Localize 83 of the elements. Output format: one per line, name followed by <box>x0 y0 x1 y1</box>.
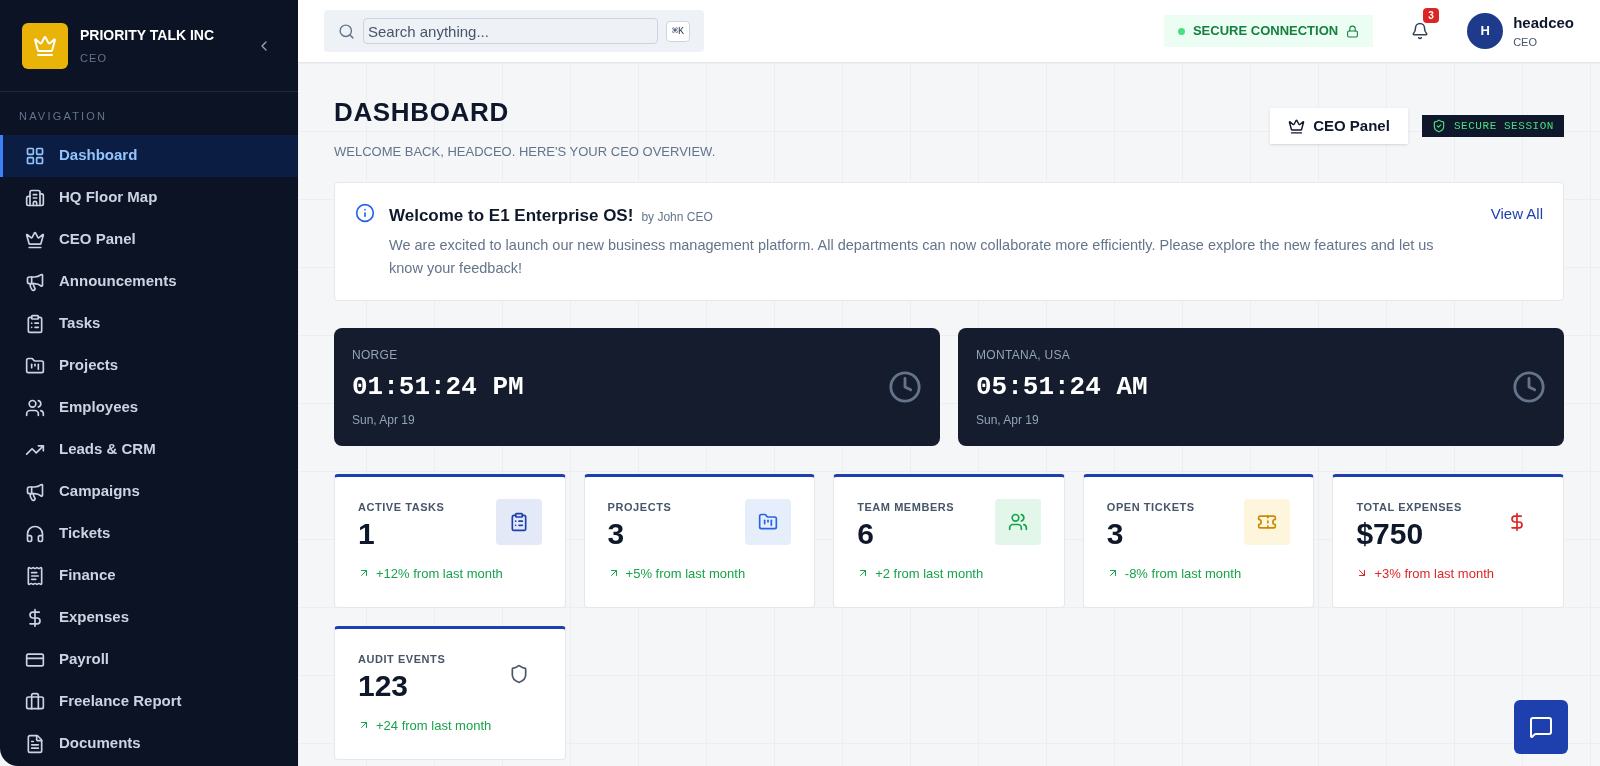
view-all-link[interactable]: View All <box>1490 202 1543 280</box>
user-avatar[interactable]: H <box>1467 13 1504 49</box>
chat-icon <box>1529 715 1553 739</box>
bell-icon[interactable] <box>1411 22 1430 40</box>
stat-value: 3 <box>607 515 626 552</box>
people-icon <box>25 397 45 418</box>
clock-place: MONTANA, USA <box>976 346 1072 364</box>
connection-badge: SECURE CONNECTION <box>1163 15 1374 47</box>
briefcase-icon <box>25 691 45 712</box>
clock-date: Sun, Apr 19 <box>352 411 416 429</box>
stat-change: -8% from last month <box>1124 564 1242 583</box>
stat-label: AUDIT EVENTS <box>358 652 447 667</box>
stat-value: 123 <box>358 667 410 704</box>
nav-item[interactable]: HQ Floor Map <box>0 176 298 219</box>
nav-item[interactable]: Freelance Report <box>0 680 298 723</box>
nav-item[interactable]: CEO Panel <box>0 218 298 261</box>
nav-item[interactable]: Finance <box>0 554 298 597</box>
brand-name: PRIORITY TALK INC <box>80 25 216 45</box>
stat-value: 1 <box>358 515 376 552</box>
nav-item[interactable]: Announcements <box>0 260 298 303</box>
nav-item[interactable]: Tickets <box>0 512 298 555</box>
lock-icon <box>1346 24 1360 38</box>
grid-icon <box>25 145 45 166</box>
page-subtitle: WELCOME BACK, HEADCEO. HERE'S YOUR CEO OVERVIEW. <box>334 143 717 161</box>
clock-date: Sun, Apr 19 <box>976 411 1040 429</box>
page-title: DASHBOARD <box>334 96 510 129</box>
section-label: NAVIGATION <box>18 109 109 124</box>
nav-item[interactable]: Leads & CRM <box>0 428 298 471</box>
receipt-icon <box>25 565 45 586</box>
nav-item[interactable]: Expenses <box>0 596 298 639</box>
clock-icon <box>888 370 922 404</box>
stat-label: TEAM MEMBERS <box>857 500 956 515</box>
stat-change: +3% from last month <box>1374 564 1494 583</box>
stat-label: ACTIVE TASKS <box>358 500 446 515</box>
clock-time: 01:51:24 PM <box>352 370 525 404</box>
search-icon <box>338 22 355 40</box>
folder-icon <box>758 512 779 532</box>
stat-label: TOTAL EXPENSES <box>1356 500 1463 515</box>
megaphone-icon <box>25 271 45 292</box>
clipboard-icon <box>25 313 45 334</box>
headphones-icon <box>25 523 45 544</box>
stat-change: +24 from last month <box>376 716 492 735</box>
session-badge: SECURE SESSION <box>1421 115 1564 137</box>
document-icon <box>25 733 45 754</box>
stat-label: PROJECTS <box>607 500 673 515</box>
megaphone-icon <box>25 481 45 502</box>
stat-change: +2 from last month <box>875 564 984 583</box>
stat-value: 3 <box>1106 515 1125 552</box>
building-icon <box>25 187 45 208</box>
nav-item[interactable]: Tasks <box>0 302 298 345</box>
stat-label: OPEN TICKETS <box>1106 500 1196 515</box>
folder-icon <box>25 355 45 376</box>
nav-item[interactable]: Employees <box>0 386 298 429</box>
ticket-icon <box>1257 512 1278 532</box>
nav-item[interactable]: Payroll <box>0 638 298 681</box>
nav-item[interactable]: Documents <box>0 722 298 765</box>
clock-place: NORGE <box>352 346 399 364</box>
people-icon <box>1007 512 1028 532</box>
announcement-author: by John CEO <box>641 208 713 226</box>
shield-icon <box>1431 119 1446 133</box>
shortcut-hint: ⌘K <box>665 20 690 42</box>
crown-icon <box>1288 117 1306 135</box>
crown-logo-icon <box>22 22 68 69</box>
ceo-panel-button[interactable]: CEO Panel <box>1270 108 1408 144</box>
user-name: headceo <box>1513 12 1574 33</box>
announcement-title: Welcome to E1 Enterprise OS! <box>389 204 634 227</box>
clock-icon <box>1512 370 1546 404</box>
chat-button[interactable] <box>1514 700 1568 754</box>
nav-item[interactable]: Campaigns <box>0 470 298 513</box>
info-icon <box>355 202 375 223</box>
stat-change: +12% from last month <box>376 564 503 583</box>
user-role: CEO <box>1513 35 1538 50</box>
stat-value: 6 <box>857 515 875 552</box>
stat-change: +5% from last month <box>625 564 746 583</box>
nav-item[interactable]: Projects <box>0 344 298 387</box>
search-field[interactable]: Search anything... <box>363 18 658 44</box>
notification-badge: 3 <box>1423 8 1439 23</box>
nav-item[interactable]: Dashboard <box>0 134 298 177</box>
clock-time: 05:51:24 AM <box>976 370 1149 404</box>
stat-value: $750 <box>1356 515 1425 552</box>
announcement-body: We are excited to launch our new business management platform. All departments can now collaborate more efficiently. Please explore the new features and let us know your feedback! <box>389 236 1435 278</box>
crown-icon <box>25 229 45 250</box>
brand-role: CEO <box>80 50 109 66</box>
